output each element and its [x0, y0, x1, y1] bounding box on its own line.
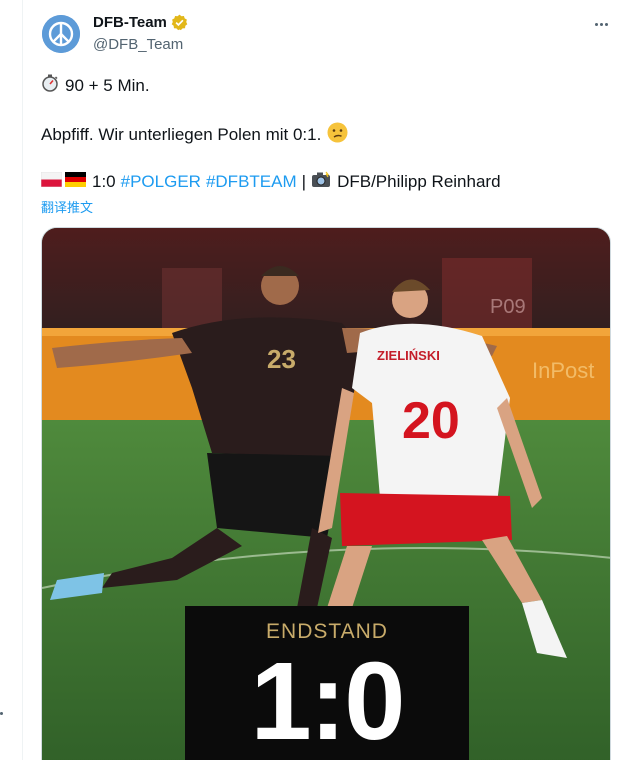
tweet-text: Abpfiff. Wir unterliegen Polen mit 0:1.	[41, 125, 322, 144]
avatar[interactable]	[42, 15, 80, 53]
jersey-number-dark: 23	[267, 344, 296, 374]
camera-flash-icon	[311, 171, 331, 193]
confused-face-icon	[327, 122, 348, 148]
tweet-card[interactable]: DFB-Team @DFB_Team 90 + 5 Min. Abpfiff. …	[23, 0, 640, 760]
board-text: InPost	[532, 358, 594, 383]
translate-tweet-link[interactable]: 翻译推文	[41, 197, 93, 216]
board-text-2: P09	[490, 296, 526, 318]
peace-logo-icon	[42, 15, 80, 53]
jersey-name: ZIELIŃSKI	[377, 348, 440, 363]
photo-credit: DFB/Philipp Reinhard	[337, 172, 501, 191]
germany-flag-icon	[65, 172, 86, 192]
tweet-text: 90 + 5 Min.	[65, 75, 150, 95]
tweet-text-line-2: Abpfiff. Wir unterliegen Polen mit 0:1.	[41, 122, 354, 148]
tweet-photo[interactable]: InPost P09 23 ZIELIŃSKI 20 ENDSTAND 1:0	[41, 227, 611, 760]
user-handle[interactable]: @DFB_Team	[93, 36, 183, 53]
more-options-icon[interactable]	[589, 14, 613, 34]
author-row: DFB-Team	[93, 14, 188, 31]
hashtag-dfbteam[interactable]: #DFBTEAM	[206, 172, 297, 192]
jersey-number-red: 20	[402, 392, 460, 450]
final-score-value: 1:0	[250, 640, 406, 760]
poland-flag-icon	[40, 171, 63, 192]
final-score-overlay: ENDSTAND 1:0	[185, 606, 469, 760]
hashtag-polger[interactable]: #POLGER	[121, 172, 201, 192]
separator: |	[301, 172, 307, 191]
score-text: 1:0	[92, 172, 116, 191]
timeline-dot	[0, 712, 3, 715]
stopwatch-icon	[41, 74, 59, 97]
display-name[interactable]: DFB-Team	[93, 14, 167, 31]
tweet-text-line-1: 90 + 5 Min.	[41, 74, 150, 97]
verified-badge-icon[interactable]	[171, 14, 188, 31]
tweet-text-line-3: 1:0 #POLGER #DFBTEAM | DFB/Philipp Reinh…	[40, 171, 501, 193]
